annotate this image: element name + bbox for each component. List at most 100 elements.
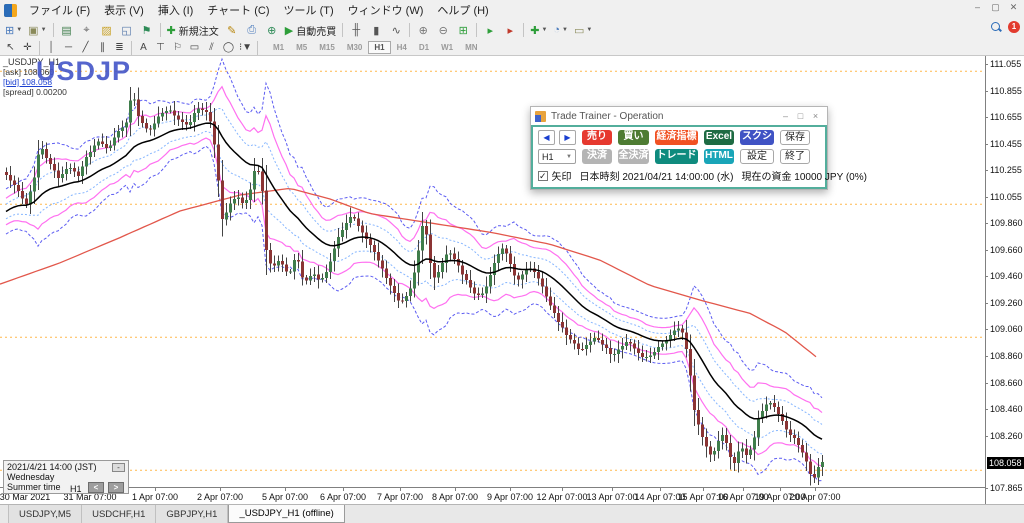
close-button[interactable]: ✕ bbox=[1006, 1, 1021, 14]
html-button[interactable]: HTML bbox=[704, 149, 734, 164]
info-prev-button[interactable]: < bbox=[88, 482, 104, 493]
menu-item-3[interactable]: チャート (C) bbox=[200, 0, 276, 20]
info-minimize-button[interactable]: - bbox=[112, 463, 125, 472]
ellipse-tool[interactable]: ◯ bbox=[220, 41, 237, 55]
indicators-button[interactable]: ✚▼ bbox=[527, 21, 550, 39]
templates-button[interactable]: ▭▼ bbox=[571, 21, 595, 39]
toolbar-separator bbox=[409, 23, 410, 37]
step-forward-button[interactable]: ▶ bbox=[559, 130, 576, 145]
chart-tab[interactable]: GBPJPY,H1 bbox=[156, 505, 228, 523]
excel-button[interactable]: Excel bbox=[704, 130, 734, 145]
settings-button[interactable]: 設定 bbox=[740, 149, 774, 164]
minimize-button[interactable]: – bbox=[970, 1, 985, 14]
info-next-button[interactable]: > bbox=[108, 482, 124, 493]
time-axis[interactable]: 30 Mar 202131 Mar 07:001 Apr 07:002 Apr … bbox=[0, 487, 985, 504]
timeframe-h1[interactable]: H1 bbox=[368, 41, 390, 54]
time-tick bbox=[220, 488, 221, 491]
navigator-button[interactable]: ▨ bbox=[97, 21, 117, 39]
chart-tab[interactable]: _USDJPY_H1 (offline) bbox=[228, 505, 344, 523]
step-back-button[interactable]: ◀ bbox=[538, 130, 555, 145]
new-chart-button[interactable]: ⊞▼ bbox=[2, 21, 25, 39]
timeframe-d1[interactable]: D1 bbox=[413, 41, 435, 54]
chart-shift-button[interactable]: ▸ bbox=[500, 21, 520, 39]
search-icon[interactable] bbox=[990, 21, 1002, 33]
chart-tab[interactable]: USDCHF,H1 bbox=[82, 505, 156, 523]
notification-badge[interactable]: 1 bbox=[1008, 21, 1020, 33]
timeframe-m1[interactable]: M1 bbox=[267, 41, 290, 54]
chart-tab[interactable]: USDJPY,M5 bbox=[8, 505, 82, 523]
save-button[interactable]: 保存 bbox=[780, 130, 810, 145]
rectangle-tool[interactable]: ▭ bbox=[186, 41, 203, 55]
menu-item-4[interactable]: ツール (T) bbox=[277, 0, 341, 20]
menu-item-0[interactable]: ファイル (F) bbox=[22, 0, 97, 20]
auto-trading-button[interactable]: ▶自動売買 bbox=[282, 21, 339, 39]
dialog-minimize-button[interactable]: – bbox=[778, 109, 793, 123]
econ-calendar-button[interactable]: 経済指標 bbox=[655, 130, 698, 145]
time-label: 1 Apr 07:00 bbox=[132, 492, 178, 502]
channel-icon: ∥ bbox=[100, 42, 105, 53]
print-button[interactable]: ⎙ bbox=[242, 21, 262, 39]
menu-item-6[interactable]: ヘルプ (H) bbox=[430, 0, 495, 20]
periods-button[interactable]: ◔▼ bbox=[550, 21, 571, 39]
auto-scroll-button[interactable]: ▸ bbox=[480, 21, 500, 39]
buy-button[interactable]: 買い bbox=[618, 130, 649, 145]
bar-chart-button[interactable]: ╫ bbox=[346, 21, 366, 39]
timeframe-m15[interactable]: M15 bbox=[313, 41, 341, 54]
bar-chart-icon: ╫ bbox=[352, 24, 360, 36]
label-tool[interactable]: ⊤ bbox=[152, 41, 169, 55]
cursor-tool[interactable]: ↖ bbox=[2, 41, 19, 55]
price-axis[interactable]: 108.058 111.055110.855110.655110.455110.… bbox=[985, 56, 1024, 504]
tile-windows-button[interactable]: ⊞ bbox=[453, 21, 473, 39]
terminal-button[interactable]: ◱ bbox=[117, 21, 137, 39]
market-watch-button[interactable]: ▤ bbox=[57, 21, 77, 39]
timeframe-mn[interactable]: MN bbox=[459, 41, 483, 54]
channel-tool[interactable]: ∥ bbox=[94, 41, 111, 55]
timeframe-w1[interactable]: W1 bbox=[435, 41, 459, 54]
chart-canvas[interactable] bbox=[0, 56, 985, 487]
time-label: 13 Apr 07:00 bbox=[586, 492, 637, 502]
candlestick-icon: ▮ bbox=[373, 24, 379, 37]
timeframe-m30[interactable]: M30 bbox=[341, 41, 369, 54]
more-tools[interactable]: ⁝▼ bbox=[237, 41, 254, 55]
timeframe-select[interactable]: H1 ▼ bbox=[538, 149, 576, 164]
metaeditor-button[interactable]: ✎ bbox=[222, 21, 242, 39]
arrows-tool[interactable]: ⚐ bbox=[169, 41, 186, 55]
trade-button[interactable]: トレード bbox=[655, 149, 698, 164]
exit-button[interactable]: 終了 bbox=[780, 149, 810, 164]
time-tick bbox=[400, 488, 401, 491]
crosshair-tool[interactable]: ✛ bbox=[19, 41, 36, 55]
timeframe-m5[interactable]: M5 bbox=[290, 41, 313, 54]
line-chart-button[interactable]: ∿ bbox=[386, 21, 406, 39]
auto-trading-button-label: 自動売買 bbox=[296, 23, 336, 38]
fibonacci-tool[interactable]: ≣ bbox=[111, 41, 128, 55]
strategy-tester-button[interactable]: ⚑ bbox=[137, 21, 157, 39]
price-tick: 109.860 bbox=[990, 218, 1023, 228]
screenshot-button[interactable]: スクショ bbox=[740, 130, 774, 145]
zoom-in-button[interactable]: ⊕ bbox=[413, 21, 433, 39]
close-all-button[interactable]: 全決済 bbox=[618, 149, 649, 164]
candlestick-button[interactable]: ▮ bbox=[366, 21, 386, 39]
dialog-close-button[interactable]: × bbox=[808, 109, 823, 123]
timeframe-h4[interactable]: H4 bbox=[391, 41, 413, 54]
hline-tool[interactable]: ─ bbox=[60, 41, 77, 55]
dialog-maximize-button[interactable]: □ bbox=[793, 109, 808, 123]
zoom-out-button[interactable]: ⊖ bbox=[433, 21, 453, 39]
sell-button[interactable]: 売り bbox=[582, 130, 612, 145]
arrow-checkbox[interactable]: ✓ bbox=[538, 171, 548, 181]
new-order-button[interactable]: ✚新規注文 bbox=[164, 21, 222, 39]
text-tool[interactable]: A bbox=[135, 41, 152, 55]
globe-button[interactable]: ⊕ bbox=[262, 21, 282, 39]
parallel-tool[interactable]: ⫽ bbox=[203, 41, 220, 55]
menu-item-5[interactable]: ウィンドウ (W) bbox=[341, 0, 431, 20]
price-tick: 110.655 bbox=[990, 112, 1022, 122]
menu-item-2[interactable]: 挿入 (I) bbox=[151, 0, 200, 20]
profiles-button[interactable]: ▣▼ bbox=[25, 21, 49, 39]
close-position-button[interactable]: 決済 bbox=[582, 149, 612, 164]
data-window-button[interactable]: ⌖ bbox=[77, 21, 97, 39]
trendline-tool[interactable]: ╱ bbox=[77, 41, 94, 55]
chevron-down-icon: ▼ bbox=[41, 27, 47, 33]
restore-button[interactable]: ▢ bbox=[988, 1, 1003, 14]
dialog-title-bar[interactable]: Trade Trainer - Operation – □ × bbox=[531, 107, 827, 125]
vline-tool[interactable]: │ bbox=[43, 41, 60, 55]
menu-item-1[interactable]: 表示 (V) bbox=[97, 0, 151, 20]
